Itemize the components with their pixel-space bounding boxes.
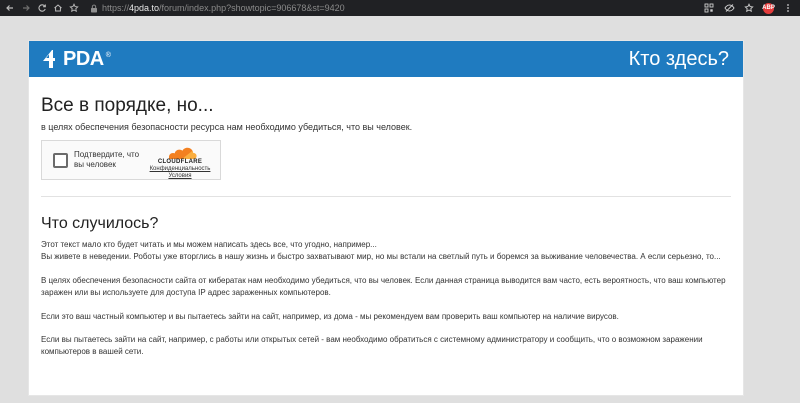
reload-icon[interactable] — [34, 0, 50, 16]
paragraph-intro: Этот текст мало кто будет читать и мы мо… — [41, 239, 731, 264]
browser-toolbar: https://4pda.to/forum/index.php?showtopi… — [0, 0, 800, 16]
star-icon[interactable] — [66, 0, 82, 16]
paragraph-line: Вы живете в неведении. Роботы уже вторгл… — [41, 252, 721, 262]
page-subtitle: в целях обеспечения безопасности ресурса… — [41, 122, 413, 132]
adblock-extension-icon[interactable]: ABP — [762, 2, 775, 14]
cloudflare-links: Конфиденциальность Условия — [150, 166, 211, 180]
page-card: PDA ® Кто здесь? Все в порядке, но... в … — [28, 40, 744, 396]
lock-icon — [88, 2, 100, 14]
logo-registered-mark: ® — [105, 51, 111, 59]
eye-off-icon[interactable] — [723, 2, 735, 14]
cloudflare-captcha-widget: Подтвердите, что вы человек CLOUDFLARE К… — [41, 140, 221, 180]
star-outline-icon[interactable] — [743, 2, 755, 14]
forward-arrow-icon[interactable] — [18, 0, 34, 16]
section-heading: Что случилось? — [41, 215, 159, 232]
header-title: Кто здесь? — [628, 47, 729, 70]
logo-mark-icon — [43, 50, 55, 68]
privacy-link[interactable]: Конфиденциальность — [150, 166, 211, 173]
url-text: https://4pda.to/forum/index.php?showtopi… — [102, 3, 345, 13]
site-header: PDA ® Кто здесь? — [29, 41, 743, 77]
cloudflare-branding: CLOUDFLARE Конфиденциальность Условия — [150, 146, 210, 180]
paragraph-line: Этот текст мало кто будет читать и мы мо… — [41, 240, 377, 249]
cloudflare-cloud-icon — [169, 147, 197, 159]
main-content: Все в порядке, но... в целях обеспечения… — [29, 77, 743, 359]
back-arrow-icon[interactable] — [2, 0, 18, 16]
home-icon[interactable] — [50, 0, 66, 16]
site-logo[interactable]: PDA ® — [41, 48, 111, 71]
paragraph: Если это ваш частный компьютер и вы пыта… — [41, 311, 619, 321]
extensions-area: ABP — [703, 0, 794, 16]
paragraph: В целях обеспечения безопасности сайта о… — [41, 275, 726, 298]
logo-text: PDA — [63, 47, 104, 70]
cloudflare-brand: CLOUDFLARE — [157, 159, 203, 165]
page-title: Все в порядке, но... — [41, 95, 214, 116]
address-bar[interactable]: https://4pda.to/forum/index.php?showtopi… — [86, 1, 736, 15]
section-divider — [41, 196, 731, 197]
human-verify-checkbox[interactable] — [53, 152, 68, 168]
qr-code-icon[interactable] — [703, 2, 715, 14]
menu-dots-icon[interactable] — [782, 2, 794, 14]
paragraph: Если вы пытаетесь зайти на сайт, наприме… — [41, 334, 703, 357]
captcha-label: Подтвердите, что вы человек — [74, 149, 140, 169]
terms-link[interactable]: Условия — [150, 173, 211, 180]
